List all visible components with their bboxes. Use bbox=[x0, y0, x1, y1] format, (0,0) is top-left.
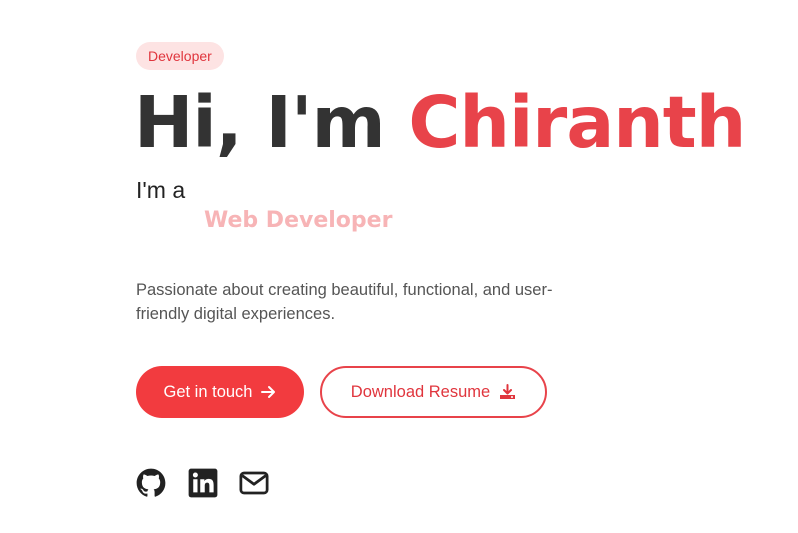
name-text: Chiranth bbox=[408, 81, 746, 164]
github-icon[interactable] bbox=[136, 468, 166, 498]
download-resume-label: Download Resume bbox=[350, 382, 491, 401]
mail-icon[interactable] bbox=[239, 468, 269, 498]
get-in-touch-button[interactable]: Get in touch bbox=[136, 366, 304, 418]
hero-title: Hi, I'm Chiranth bbox=[134, 78, 746, 168]
intro-text: I'm a bbox=[136, 177, 186, 203]
download-icon bbox=[500, 384, 516, 399]
linkedin-icon[interactable] bbox=[188, 468, 218, 498]
arrow-right-icon bbox=[261, 386, 276, 398]
hero-description: Passionate about creating beautiful, fun… bbox=[136, 281, 553, 323]
hero-section: Developer Hi, I'm Chiranth I'm a Web Dev… bbox=[0, 0, 798, 533]
role-badge: Developer bbox=[136, 42, 224, 70]
download-resume-button[interactable]: Download Resume bbox=[320, 366, 547, 418]
greeting-text: Hi, I'm bbox=[134, 81, 409, 164]
get-in-touch-label: Get in touch bbox=[163, 382, 253, 401]
typed-role-text: Web Developer bbox=[204, 208, 393, 233]
